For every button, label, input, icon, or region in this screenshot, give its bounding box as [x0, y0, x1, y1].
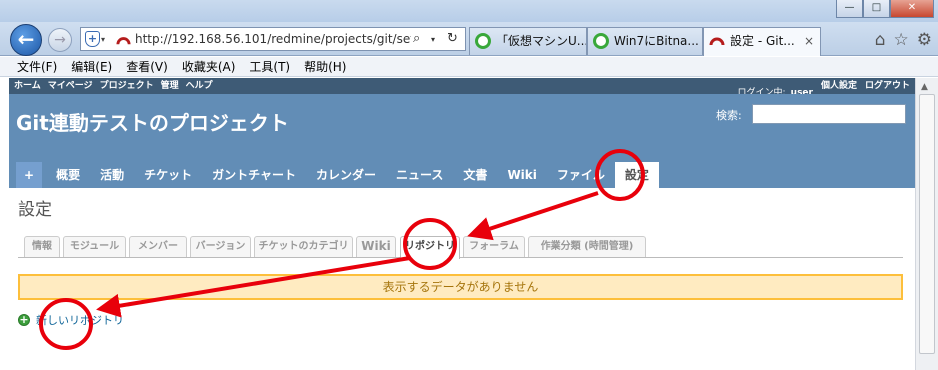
search-label: 検索: — [716, 109, 742, 122]
minimize-button[interactable]: — — [836, 0, 863, 18]
window-titlebar: — □ ✕ — [0, 0, 938, 22]
redmine-top-menu: ホーム マイページ プロジェクト 管理 ヘルプ ログイン中: user 個人設定… — [9, 78, 915, 98]
chevron-down-icon[interactable]: ▾ — [431, 35, 435, 44]
gear-icon[interactable]: ⚙ — [917, 30, 932, 50]
tab-news[interactable]: ニュース — [386, 162, 453, 188]
top-link-help[interactable]: ヘルプ — [186, 80, 213, 92]
no-data-notice: 表示するデータがありません — [18, 274, 903, 300]
close-window-button[interactable]: ✕ — [890, 0, 934, 18]
home-icon[interactable]: ⌂ — [875, 30, 886, 50]
top-link-projects[interactable]: プロジェクト — [100, 80, 154, 92]
add-icon[interactable]: + — [18, 314, 30, 326]
top-menu-left: ホーム マイページ プロジェクト 管理 ヘルプ — [14, 80, 213, 92]
back-button[interactable]: ← — [10, 24, 42, 56]
settings-tab-info[interactable]: 情報 — [24, 236, 60, 257]
url-text[interactable]: http://192.168.56.101/redmine/projects/g… — [135, 32, 411, 46]
refresh-icon[interactable]: ↻ — [447, 31, 458, 46]
tab-wiki[interactable]: Wiki — [497, 162, 546, 188]
tab-calendar[interactable]: カレンダー — [306, 162, 386, 188]
settings-tab-members[interactable]: メンバー — [129, 236, 187, 257]
qiita-icon — [593, 33, 609, 49]
menu-view[interactable]: 查看(V) — [126, 57, 168, 76]
project-title[interactable]: Git連動テストのプロジェクト — [16, 107, 289, 136]
new-object-button[interactable]: + — [16, 162, 43, 188]
browser-tab-active[interactable]: 設定 - Git... × — [703, 27, 821, 56]
window-controls: — □ ✕ — [836, 0, 934, 18]
menu-tools[interactable]: 工具(T) — [249, 57, 290, 76]
settings-tab-wiki[interactable]: Wiki — [356, 236, 396, 257]
chevron-down-icon[interactable]: ▾ — [101, 35, 105, 44]
top-link-admin[interactable]: 管理 — [161, 80, 179, 92]
redmine-icon — [116, 37, 131, 45]
settings-tab-categories[interactable]: チケットのカテゴリ — [254, 236, 353, 257]
browser-tab[interactable]: 「仮想マシンU... — [469, 27, 587, 55]
settings-tab-boards[interactable]: フォーラム — [463, 236, 525, 257]
browser-tab[interactable]: Win7にBitna... — [587, 27, 703, 55]
tab-files[interactable]: ファイル — [547, 162, 615, 188]
settings-tab-repositories[interactable]: リポジトリ — [400, 236, 460, 259]
menu-bar: 文件(F) 编辑(E) 查看(V) 收藏夹(A) 工具(T) 帮助(H) — [0, 57, 938, 77]
tab-close-icon[interactable]: × — [804, 28, 814, 54]
browser-toolbar-icons: ⌂ ☆ ⚙ — [875, 30, 932, 50]
menu-favorites[interactable]: 收藏夹(A) — [182, 57, 236, 76]
new-repository[interactable]: + 新しいリポジトリ — [18, 312, 124, 328]
star-icon[interactable]: ☆ — [894, 30, 909, 50]
top-link-home[interactable]: ホーム — [14, 80, 41, 92]
project-main-menu: + 概要 活動 チケット ガントチャート カレンダー ニュース 文書 Wiki … — [9, 162, 659, 188]
tab-documents[interactable]: 文書 — [453, 162, 497, 188]
tab-issues[interactable]: チケット — [134, 162, 202, 188]
scroll-up-icon[interactable]: ▲ — [921, 82, 928, 92]
screenshot-root: — □ ✕ ← → + ▾ http://192.168.56.101/redm… — [0, 0, 938, 370]
page-scrollbar[interactable]: ▲ — [915, 78, 938, 370]
qiita-icon — [475, 33, 491, 49]
tab-label: 設定 - Git... — [730, 34, 795, 48]
settings-tab-activities[interactable]: 作業分類 (時間管理) — [528, 236, 646, 257]
menu-file[interactable]: 文件(F) — [17, 57, 57, 76]
address-bar[interactable]: + ▾ http://192.168.56.101/redmine/projec… — [80, 27, 466, 51]
forward-button[interactable]: → — [48, 28, 72, 52]
tab-activity[interactable]: 活動 — [90, 162, 134, 188]
new-repository-link[interactable]: 新しいリポジトリ — [36, 312, 124, 328]
tab-label: 「仮想マシンU... — [496, 34, 587, 48]
menu-help[interactable]: 帮助(H) — [304, 57, 346, 76]
maximize-button[interactable]: □ — [863, 0, 890, 18]
top-link-mypage[interactable]: マイページ — [48, 80, 93, 92]
tab-overview[interactable]: 概要 — [46, 162, 90, 188]
menu-edit[interactable]: 编辑(E) — [71, 57, 112, 76]
settings-tab-versions[interactable]: バージョン — [190, 236, 251, 257]
shield-icon: + — [85, 31, 100, 47]
scroll-thumb[interactable] — [919, 94, 935, 354]
settings-tab-modules[interactable]: モジュール — [63, 236, 126, 257]
browser-navbar: ← → + ▾ http://192.168.56.101/redmine/pr… — [0, 22, 938, 56]
tab-label: Win7にBitna... — [614, 34, 699, 48]
redmine-icon — [709, 37, 725, 46]
settings-tabs-divider — [18, 257, 903, 258]
tab-gantt[interactable]: ガントチャート — [202, 162, 306, 188]
tab-settings[interactable]: 設定 — [614, 162, 659, 188]
search-icon[interactable]: ⌕ — [413, 31, 420, 46]
page-title: 設定 — [18, 200, 52, 220]
search-input[interactable] — [752, 104, 906, 124]
